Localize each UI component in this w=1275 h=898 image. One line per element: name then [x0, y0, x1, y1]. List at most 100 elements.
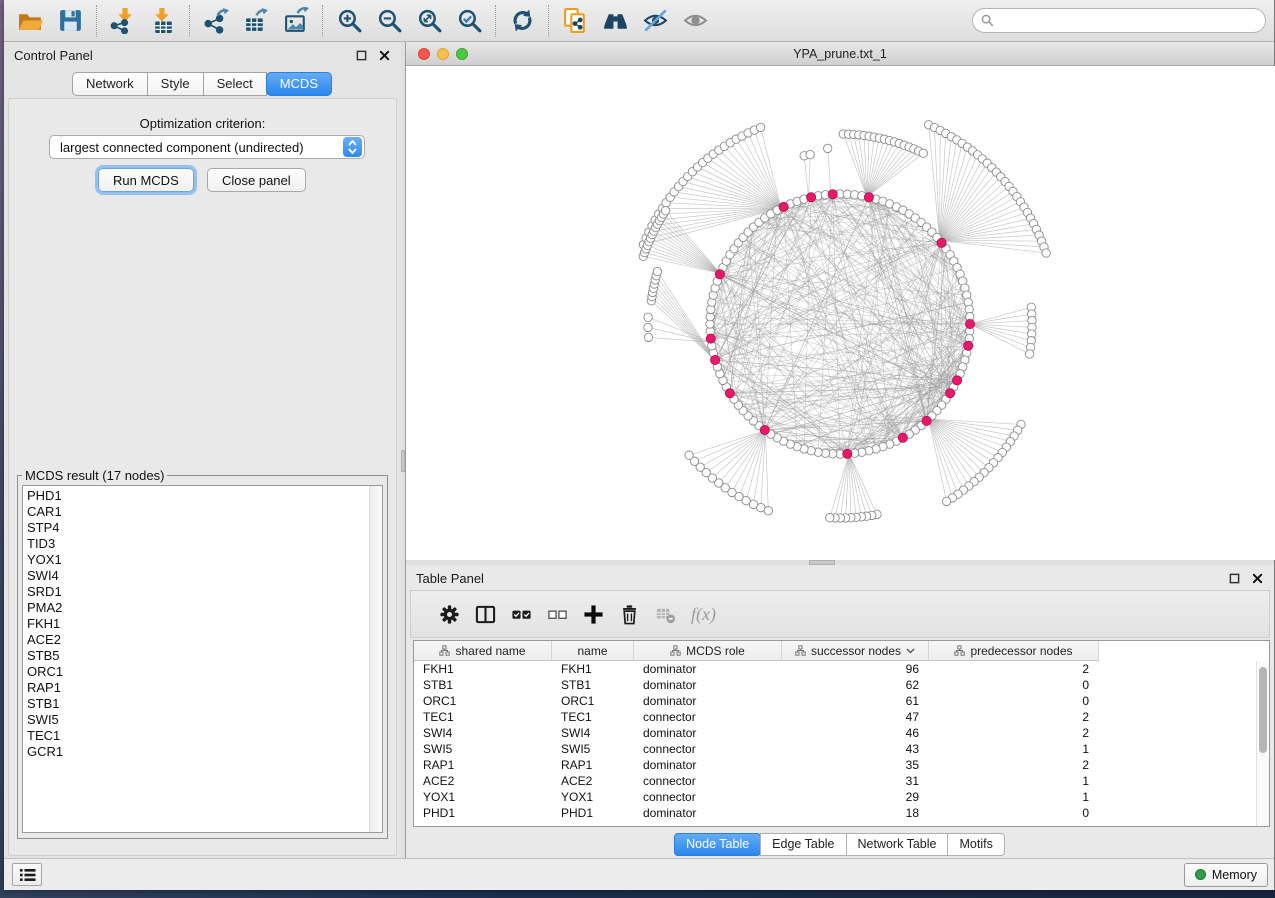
table-cell[interactable]: connector — [634, 742, 782, 756]
mcds-node-item[interactable]: FKH1 — [27, 616, 366, 632]
mcds-node-item[interactable]: PHD1 — [27, 488, 366, 504]
column-header-mcds-role[interactable]: MCDS role — [634, 641, 782, 661]
table-scrollbar[interactable] — [1256, 661, 1269, 826]
mcds-node-item[interactable]: GCR1 — [27, 744, 366, 760]
table-cell[interactable]: SWI4 — [414, 726, 552, 740]
table-cell[interactable]: 35 — [782, 758, 929, 772]
mcds-node-item[interactable]: CAR1 — [27, 504, 366, 520]
table-cell[interactable]: 96 — [782, 662, 929, 676]
table-scrollbar-thumb[interactable] — [1259, 667, 1267, 753]
mcds-node-item[interactable]: PMA2 — [27, 600, 366, 616]
mcds-node-item[interactable]: STP4 — [27, 520, 366, 536]
apply-layout-button[interactable] — [502, 3, 542, 39]
import-network-button[interactable] — [103, 3, 143, 39]
close-panel-icon[interactable] — [1251, 572, 1264, 585]
mcds-node-item[interactable]: ORC1 — [27, 664, 366, 680]
table-row[interactable]: SWI5SWI5connector431 — [414, 741, 1269, 757]
table-cell[interactable]: SWI4 — [552, 726, 634, 740]
table-cell[interactable]: ACE2 — [552, 774, 634, 788]
mcds-node-item[interactable]: STB1 — [27, 696, 366, 712]
mcds-list-scrollbar[interactable] — [369, 486, 382, 832]
table-cell[interactable]: 18 — [782, 806, 929, 820]
table-cell[interactable]: YOX1 — [552, 790, 634, 804]
show-network-view-button[interactable] — [675, 3, 715, 39]
column-header-shared-name[interactable]: shared name — [414, 641, 552, 661]
table-row[interactable]: ORC1ORC1dominator610 — [414, 693, 1269, 709]
table-cell[interactable]: STB1 — [552, 678, 634, 692]
tab-node-table[interactable]: Node Table — [674, 833, 761, 856]
window-minimize-icon[interactable] — [437, 48, 449, 60]
export-network-button[interactable] — [196, 3, 236, 39]
table-cell[interactable]: RAP1 — [414, 758, 552, 772]
delete-table-button[interactable] — [647, 596, 683, 632]
import-table-button[interactable] — [143, 3, 183, 39]
table-cell[interactable]: 47 — [782, 710, 929, 724]
table-cell[interactable]: connector — [634, 710, 782, 724]
deselect-all-button[interactable] — [539, 596, 575, 632]
criterion-select[interactable]: largest connected component (undirected) — [49, 135, 365, 159]
table-cell[interactable]: 2 — [929, 758, 1099, 772]
table-cell[interactable]: 2 — [929, 662, 1099, 676]
mcds-node-item[interactable]: STB5 — [27, 648, 366, 664]
table-cell[interactable]: PHD1 — [414, 806, 552, 820]
table-cell[interactable]: connector — [634, 790, 782, 804]
table-cell[interactable]: 61 — [782, 694, 929, 708]
table-cell[interactable]: dominator — [634, 694, 782, 708]
float-panel-icon[interactable] — [355, 49, 368, 62]
add-column-button[interactable] — [575, 596, 611, 632]
tab-edge-table[interactable]: Edge Table — [760, 833, 846, 856]
export-image-button[interactable] — [276, 3, 316, 39]
save-session-button[interactable] — [50, 3, 90, 39]
table-cell[interactable]: 46 — [782, 726, 929, 740]
column-header-name[interactable]: name — [552, 641, 634, 661]
table-cell[interactable]: 0 — [929, 806, 1099, 820]
table-cell[interactable]: 31 — [782, 774, 929, 788]
zoom-selected-button[interactable] — [449, 3, 489, 39]
close-panel-button[interactable]: Close panel — [207, 168, 306, 192]
table-cell[interactable]: TEC1 — [414, 710, 552, 724]
tab-style[interactable]: Style — [147, 72, 204, 96]
table-cell[interactable]: FKH1 — [552, 662, 634, 676]
table-cell[interactable]: ORC1 — [414, 694, 552, 708]
table-cell[interactable]: 2 — [929, 710, 1099, 724]
table-cell[interactable]: dominator — [634, 662, 782, 676]
table-cell[interactable]: 2 — [929, 726, 1099, 740]
column-header-successor-nodes[interactable]: successor nodes — [782, 641, 929, 661]
table-cell[interactable]: 0 — [929, 694, 1099, 708]
mcds-node-item[interactable]: SRD1 — [27, 584, 366, 600]
table-cell[interactable]: dominator — [634, 758, 782, 772]
table-cell[interactable]: ACE2 — [414, 774, 552, 788]
mcds-node-item[interactable]: SWI4 — [27, 568, 366, 584]
table-cell[interactable]: 1 — [929, 742, 1099, 756]
mcds-node-item[interactable]: TEC1 — [27, 728, 366, 744]
search-networks-button[interactable] — [595, 3, 635, 39]
table-cell[interactable]: STB1 — [414, 678, 552, 692]
float-panel-icon[interactable] — [1228, 572, 1241, 585]
tab-network[interactable]: Network — [72, 72, 148, 96]
show-columns-button[interactable] — [467, 596, 503, 632]
share-document-button[interactable] — [555, 3, 595, 39]
select-all-button[interactable] — [503, 596, 539, 632]
table-cell[interactable]: FKH1 — [414, 662, 552, 676]
table-row[interactable]: TEC1TEC1connector472 — [414, 709, 1269, 725]
mcds-node-item[interactable]: YOX1 — [27, 552, 366, 568]
zoom-in-button[interactable] — [329, 3, 369, 39]
table-cell[interactable]: 62 — [782, 678, 929, 692]
close-panel-icon[interactable] — [378, 49, 391, 62]
table-row[interactable]: YOX1YOX1connector291 — [414, 789, 1269, 805]
table-cell[interactable]: RAP1 — [552, 758, 634, 772]
table-cell[interactable]: dominator — [634, 806, 782, 820]
tab-network-table[interactable]: Network Table — [846, 833, 949, 856]
table-cell[interactable]: 29 — [782, 790, 929, 804]
tab-motifs[interactable]: Motifs — [947, 833, 1004, 856]
table-cell[interactable]: PHD1 — [552, 806, 634, 820]
export-table-button[interactable] — [236, 3, 276, 39]
table-row[interactable]: RAP1RAP1dominator352 — [414, 757, 1269, 773]
table-row[interactable]: STB1STB1dominator620 — [414, 677, 1269, 693]
run-mcds-button[interactable]: Run MCDS — [98, 168, 194, 192]
table-cell[interactable]: 1 — [929, 774, 1099, 788]
table-row[interactable]: FKH1FKH1dominator962 — [414, 661, 1269, 677]
tab-select[interactable]: Select — [203, 72, 267, 96]
mcds-node-item[interactable]: SWI5 — [27, 712, 366, 728]
table-cell[interactable]: SWI5 — [414, 742, 552, 756]
